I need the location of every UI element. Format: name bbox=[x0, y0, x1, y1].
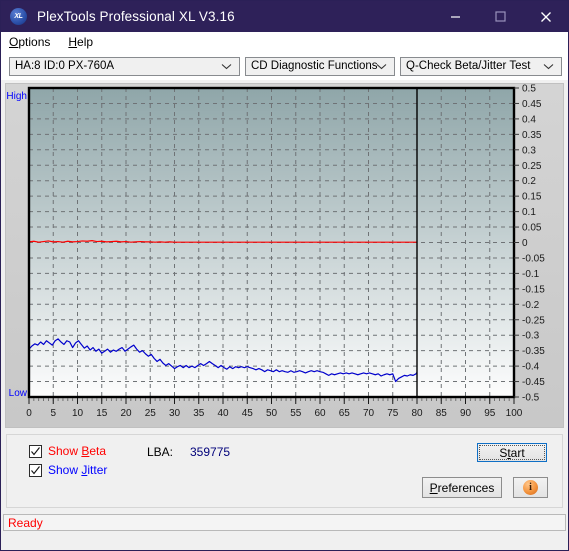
window-controls bbox=[433, 1, 568, 32]
svg-text:0.05: 0.05 bbox=[522, 223, 542, 234]
svg-text:-0.35: -0.35 bbox=[522, 346, 545, 357]
svg-text:40: 40 bbox=[217, 408, 229, 419]
window-title: PlexTools Professional XL V3.16 bbox=[37, 9, 235, 24]
svg-text:0.3: 0.3 bbox=[522, 145, 536, 156]
svg-text:0: 0 bbox=[26, 408, 32, 419]
toolbar: HA:8 ID:0 PX-760A CD Diagnostic Function… bbox=[1, 52, 568, 80]
show-jitter-row[interactable]: Show Jitter bbox=[29, 463, 107, 477]
svg-text:-0.1: -0.1 bbox=[522, 269, 540, 280]
svg-text:0.15: 0.15 bbox=[522, 192, 542, 203]
chevron-down-icon bbox=[376, 58, 387, 75]
svg-text:-0.25: -0.25 bbox=[522, 315, 545, 326]
show-jitter-checkbox[interactable] bbox=[29, 463, 42, 477]
minimize-icon[interactable] bbox=[433, 1, 478, 32]
svg-text:50: 50 bbox=[266, 408, 278, 419]
drive-select-value: HA:8 ID:0 PX-760A bbox=[15, 60, 115, 72]
chevron-down-icon bbox=[221, 58, 232, 75]
show-beta-label: Show Beta bbox=[48, 444, 107, 458]
svg-text:30: 30 bbox=[169, 408, 181, 419]
svg-text:-0.15: -0.15 bbox=[522, 284, 545, 295]
status-text: Ready bbox=[8, 515, 43, 530]
svg-text:55: 55 bbox=[290, 408, 302, 419]
show-jitter-label: Show Jitter bbox=[48, 463, 108, 477]
svg-text:-0.5: -0.5 bbox=[522, 393, 540, 404]
statusbar: Ready bbox=[3, 514, 566, 531]
svg-text:20: 20 bbox=[120, 408, 132, 419]
svg-text:-0.3: -0.3 bbox=[522, 331, 540, 342]
svg-text:85: 85 bbox=[436, 408, 448, 419]
function-select-value: CD Diagnostic Functions bbox=[251, 60, 378, 72]
svg-text:25: 25 bbox=[145, 408, 157, 419]
svg-text:5: 5 bbox=[50, 408, 56, 419]
svg-text:-0.4: -0.4 bbox=[522, 362, 540, 373]
svg-text:0.35: 0.35 bbox=[522, 130, 542, 141]
show-beta-checkbox[interactable] bbox=[29, 444, 42, 458]
app-window: XL PlexTools Professional XL V3.16 Optio… bbox=[0, 0, 569, 551]
svg-text:0.5: 0.5 bbox=[522, 84, 536, 95]
svg-text:0.2: 0.2 bbox=[522, 176, 536, 187]
svg-text:65: 65 bbox=[339, 408, 351, 419]
lba-label: LBA: bbox=[147, 445, 174, 459]
preferences-button-label: Preferences bbox=[429, 480, 495, 495]
drive-select[interactable]: HA:8 ID:0 PX-760A bbox=[9, 56, 240, 76]
preferences-button[interactable]: Preferences bbox=[422, 477, 502, 498]
start-button-label: Start bbox=[499, 445, 525, 460]
svg-text:0.1: 0.1 bbox=[522, 207, 536, 218]
svg-text:0.45: 0.45 bbox=[522, 99, 542, 110]
svg-text:75: 75 bbox=[387, 408, 399, 419]
svg-text:0.4: 0.4 bbox=[522, 114, 536, 125]
svg-text:-0.05: -0.05 bbox=[522, 253, 545, 264]
plextools-logo-icon: XL bbox=[10, 8, 27, 25]
svg-text:High: High bbox=[6, 91, 27, 102]
svg-text:15: 15 bbox=[96, 408, 108, 419]
svg-text:35: 35 bbox=[193, 408, 205, 419]
info-icon: i bbox=[523, 480, 538, 495]
start-button[interactable]: Start bbox=[477, 443, 547, 462]
svg-text:-0.45: -0.45 bbox=[522, 377, 545, 388]
menu-item-options[interactable]: Options bbox=[6, 34, 57, 50]
test-select[interactable]: Q-Check Beta/Jitter Test bbox=[400, 56, 562, 76]
svg-text:0.25: 0.25 bbox=[522, 161, 542, 172]
svg-text:90: 90 bbox=[460, 408, 472, 419]
close-icon[interactable] bbox=[523, 1, 568, 32]
lba-value: 359775 bbox=[190, 445, 231, 459]
menubar: Options Help bbox=[1, 32, 568, 52]
maximize-icon[interactable] bbox=[478, 1, 523, 32]
svg-text:80: 80 bbox=[411, 408, 423, 419]
menu-item-help[interactable]: Help bbox=[65, 34, 100, 50]
content: 0.5 0.45 0.4 0.35 0.3 0.25 0.2 0.15 0.1 0.05 0 -0.0… bbox=[1, 80, 568, 550]
svg-text:70: 70 bbox=[363, 408, 375, 419]
svg-text:-0.2: -0.2 bbox=[522, 300, 540, 311]
svg-text:95: 95 bbox=[484, 408, 496, 419]
svg-text:100: 100 bbox=[506, 408, 523, 419]
svg-text:60: 60 bbox=[314, 408, 326, 419]
show-beta-row[interactable]: Show Beta bbox=[29, 444, 106, 458]
titlebar: XL PlexTools Professional XL V3.16 bbox=[1, 1, 568, 32]
svg-text:Low: Low bbox=[9, 388, 28, 399]
function-select[interactable]: CD Diagnostic Functions bbox=[245, 56, 395, 76]
chevron-down-icon bbox=[543, 58, 554, 75]
test-select-value: Q-Check Beta/Jitter Test bbox=[406, 60, 531, 72]
svg-text:0: 0 bbox=[522, 238, 528, 249]
svg-text:10: 10 bbox=[72, 408, 84, 419]
svg-text:45: 45 bbox=[242, 408, 254, 419]
info-button[interactable]: i bbox=[513, 477, 548, 498]
options-panel: Show Beta Show Jitter LBA: 359775 Start … bbox=[6, 434, 563, 508]
beta-jitter-chart: 0.5 0.45 0.4 0.35 0.3 0.25 0.2 0.15 0.1 0.05 0 -0.0… bbox=[5, 83, 564, 428]
chart-svg: 0.5 0.45 0.4 0.35 0.3 0.25 0.2 0.15 0.1 0.05 0 -0.0… bbox=[6, 84, 545, 419]
